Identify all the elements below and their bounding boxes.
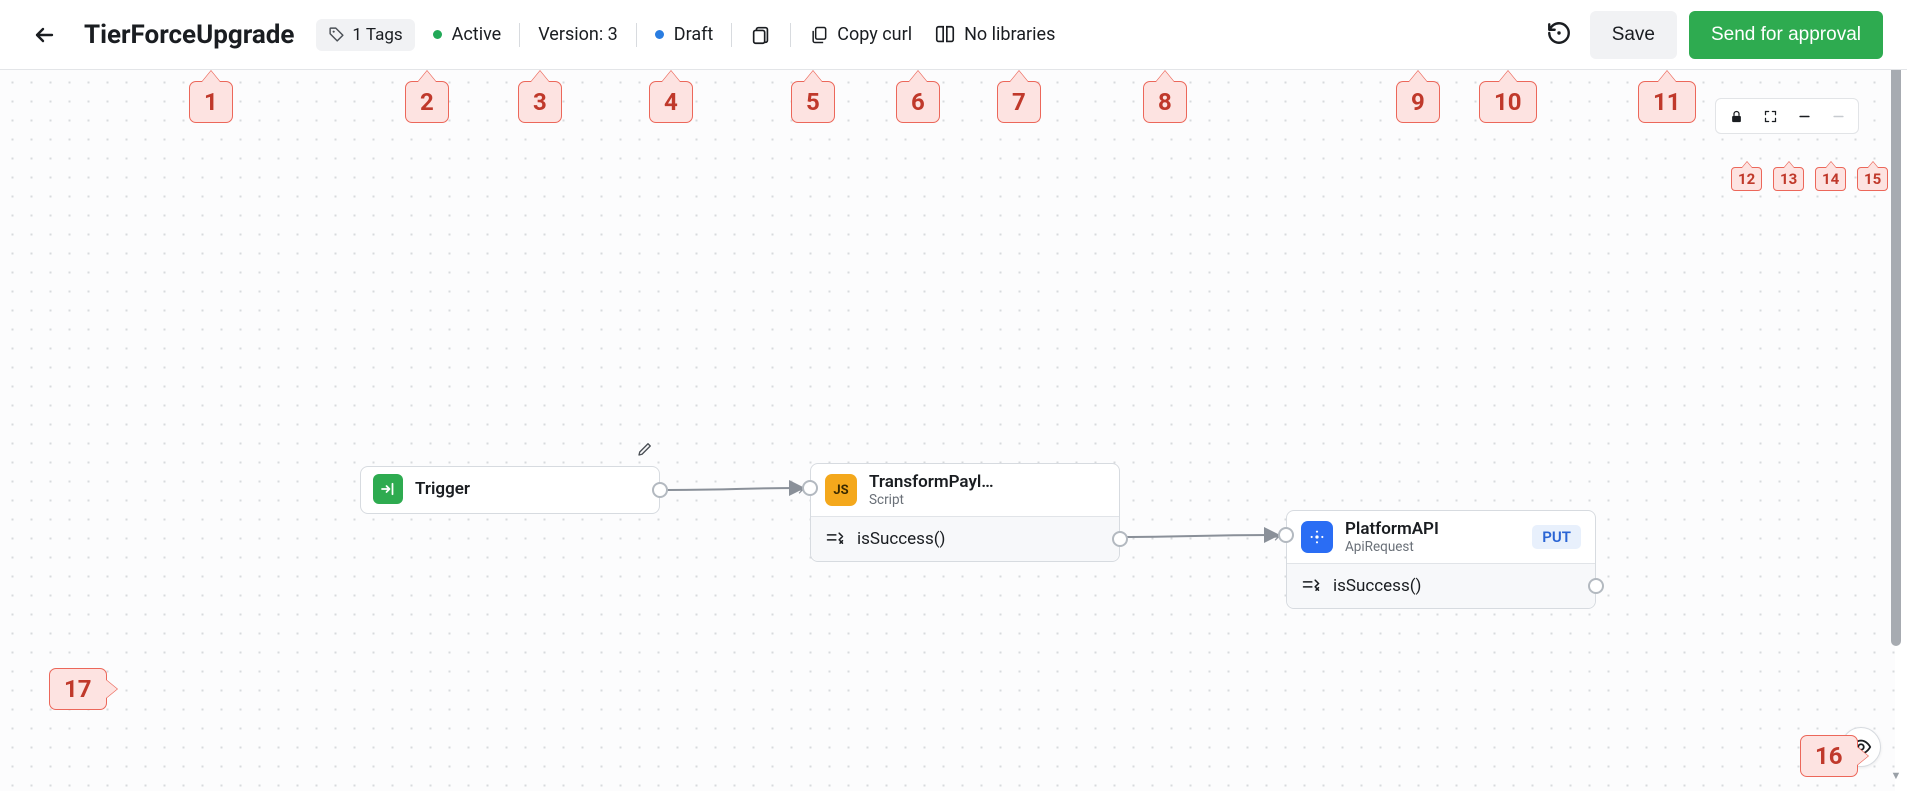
workflow-canvas[interactable]: Trigger JS TransformPayl… Script isSucce… xyxy=(0,70,1895,791)
node-api[interactable]: PlatformAPI ApiRequest PUT isSuccess() xyxy=(1286,510,1596,609)
fullscreen-button[interactable] xyxy=(1754,103,1786,129)
condition-icon xyxy=(1301,576,1321,596)
condition-text: isSuccess() xyxy=(1333,576,1421,596)
node-condition-row: isSuccess() xyxy=(1287,563,1595,608)
node-subtitle: Script xyxy=(869,492,1105,508)
send-for-approval-button[interactable]: Send for approval xyxy=(1689,11,1883,59)
status-active: Active xyxy=(433,24,502,45)
edit-button[interactable] xyxy=(636,440,654,462)
arrow-left-icon xyxy=(32,23,56,47)
version-label: Version: 3 xyxy=(538,24,618,45)
zoom-in-button[interactable] xyxy=(1822,103,1854,129)
copy-icon xyxy=(809,25,829,45)
fullscreen-icon xyxy=(1763,109,1778,124)
page-title: TierForceUpgrade xyxy=(84,20,294,50)
status-dot-blue xyxy=(655,30,664,39)
minus-icon xyxy=(1797,109,1812,124)
eye-icon xyxy=(1850,736,1872,758)
back-button[interactable] xyxy=(28,19,60,51)
preview-button[interactable] xyxy=(1841,727,1881,767)
scrollbar-track[interactable] xyxy=(1889,32,1903,770)
output-port[interactable] xyxy=(1112,531,1128,547)
tags-chip[interactable]: 1 Tags xyxy=(316,19,414,51)
node-title: TransformPayl… xyxy=(869,472,1105,492)
input-port[interactable] xyxy=(1278,527,1294,543)
no-libraries-button[interactable]: No libraries xyxy=(934,24,1055,46)
plus-icon xyxy=(1831,109,1846,124)
history-button[interactable] xyxy=(1546,20,1572,50)
node-title: PlatformAPI xyxy=(1345,519,1520,539)
scroll-down-icon: ▼ xyxy=(1891,770,1902,781)
js-icon: JS xyxy=(825,474,857,506)
save-button[interactable]: Save xyxy=(1590,11,1677,59)
status-dot-green xyxy=(433,30,442,39)
condition-icon xyxy=(825,529,845,549)
lock-icon xyxy=(1729,109,1744,124)
method-badge: PUT xyxy=(1532,525,1581,549)
pencil-icon xyxy=(636,440,654,458)
copy-curl-button[interactable]: Copy curl xyxy=(809,24,912,45)
canvas-toolbar xyxy=(1715,98,1859,134)
zoom-out-button[interactable] xyxy=(1788,103,1820,129)
book-icon xyxy=(934,24,956,46)
clipboard-button[interactable] xyxy=(750,24,772,46)
lock-button[interactable] xyxy=(1720,103,1752,129)
status-draft: Draft xyxy=(655,24,714,45)
header: TierForceUpgrade 1 Tags Active Version: … xyxy=(0,0,1907,70)
clipboard-icon xyxy=(750,24,772,46)
divider xyxy=(636,23,637,47)
divider xyxy=(790,23,791,47)
condition-text: isSuccess() xyxy=(857,529,945,549)
divider xyxy=(731,23,732,47)
tag-icon xyxy=(328,26,345,43)
divider xyxy=(519,23,520,47)
output-port[interactable] xyxy=(652,482,668,498)
tags-label: 1 Tags xyxy=(352,25,402,45)
trigger-icon xyxy=(373,474,403,504)
scrollbar-thumb[interactable] xyxy=(1891,36,1901,646)
edges-layer xyxy=(0,70,1895,791)
node-condition-row: isSuccess() xyxy=(811,516,1119,561)
input-port[interactable] xyxy=(802,480,818,496)
history-icon xyxy=(1546,20,1572,46)
node-title: Trigger xyxy=(415,479,470,499)
output-port[interactable] xyxy=(1588,578,1604,594)
node-script[interactable]: JS TransformPayl… Script isSuccess() xyxy=(810,463,1120,562)
api-icon xyxy=(1301,521,1333,553)
node-subtitle: ApiRequest xyxy=(1345,539,1520,555)
node-trigger[interactable]: Trigger xyxy=(360,466,660,514)
vertical-scrollbar[interactable]: ▲ ▲ ▼ xyxy=(1889,10,1903,781)
